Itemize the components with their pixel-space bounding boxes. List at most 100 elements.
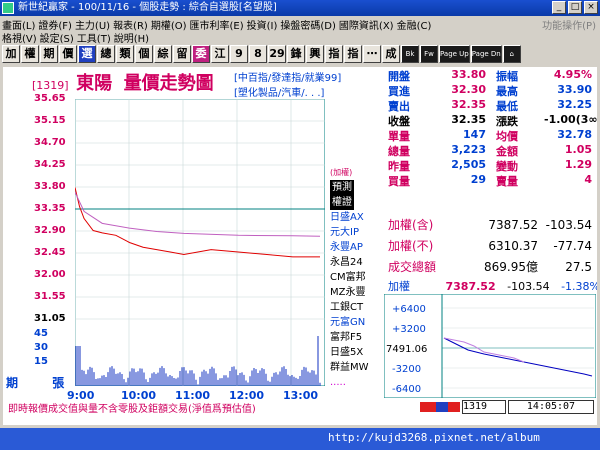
quote-l2: 漲跌 bbox=[496, 115, 518, 128]
stock-name: 東陽 bbox=[76, 73, 113, 94]
side-list-item[interactable]: CM富邦 bbox=[330, 270, 382, 285]
index-v: 6310.37 bbox=[488, 238, 538, 253]
side-list-label: 權證 bbox=[330, 195, 354, 210]
side-list-item[interactable]: ..... bbox=[330, 375, 382, 390]
toolbar-button[interactable]: 指 bbox=[325, 45, 343, 63]
quote-row: 買進 32.30 最高 33.90 bbox=[388, 83, 592, 98]
toolbar-button[interactable]: 成 bbox=[382, 45, 400, 63]
quote-panel: 開盤 33.80 振幅 4.95% 買進 32.30 最高 33.90 賣出 32.35 最低 32.… bbox=[388, 68, 600, 188]
quote-row: 收盤 32.35 漲跌 -1.00(3∞) bbox=[388, 113, 600, 128]
menu-row1-item[interactable]: 匯市利率(E) bbox=[190, 21, 244, 32]
mini-tick-label: 7491.06 bbox=[386, 344, 427, 355]
side-list-label: 日盛5X bbox=[330, 347, 364, 358]
side-list-label: 永昌24 bbox=[330, 257, 363, 268]
toolbar-button[interactable]: ⌂ bbox=[502, 45, 521, 63]
menu-row1-item[interactable]: 國際資訊(X) bbox=[339, 21, 394, 32]
watermark-url: http://kujd3268.pixnet.net/album bbox=[328, 431, 540, 444]
minimize-button[interactable]: _ bbox=[552, 1, 566, 14]
toolbar-button[interactable]: 29 bbox=[268, 45, 286, 63]
side-list-item[interactable]: 元大IP bbox=[330, 225, 382, 240]
close-button[interactable]: × bbox=[584, 1, 598, 14]
toolbar-button[interactable]: 9 bbox=[230, 45, 248, 63]
toolbar-button[interactable]: Bk bbox=[401, 45, 419, 63]
toolbar-button[interactable]: 興 bbox=[306, 45, 324, 63]
index-tags-2[interactable]: [塑化製品/汽車/. . .] bbox=[234, 84, 324, 99]
side-list-item[interactable]: 權證 bbox=[330, 195, 382, 210]
side-list-label: CM富邦 bbox=[330, 272, 366, 283]
menu-row1-item[interactable]: 金融(C) bbox=[397, 21, 432, 32]
side-list-item[interactable]: 預測 bbox=[330, 180, 382, 195]
quote-v2: 1.29 bbox=[564, 158, 592, 171]
index-mini-chart[interactable]: +6400 +3200 7491.06 -3200 -6400 bbox=[384, 294, 596, 398]
menu-row1-item[interactable]: 操盤密碼(D) bbox=[280, 21, 336, 32]
side-list-item[interactable]: 永豐AP bbox=[330, 240, 382, 255]
toolbar-button[interactable]: Page Up bbox=[439, 45, 470, 63]
menu-row1-item[interactable]: 投資(I) bbox=[247, 21, 278, 32]
quote-row: 總量 3,223 金額 1.05 bbox=[388, 143, 592, 158]
side-list-header: (加權) bbox=[330, 168, 353, 177]
toolbar-button[interactable]: 委 bbox=[192, 45, 210, 63]
side-list-item[interactable]: 工銀CT bbox=[330, 300, 382, 315]
toolbar-button[interactable]: 鋒 bbox=[287, 45, 305, 63]
stock-code: [1319] bbox=[32, 79, 69, 92]
index-c: -77.74 bbox=[553, 238, 592, 253]
quote-row: 賣出 32.35 最低 32.25 bbox=[388, 98, 592, 113]
toolbar-button[interactable]: 選 bbox=[78, 45, 96, 63]
mini-chart-header: 加權 7387.52 -103.54 -1.38% bbox=[388, 278, 600, 294]
toolbar-button[interactable]: 加 bbox=[2, 45, 20, 63]
toolbar-button[interactable]: ⋯ bbox=[363, 45, 381, 63]
side-list-label: MZ永豐 bbox=[330, 287, 366, 298]
side-list-item[interactable]: 日盛AX bbox=[330, 210, 382, 225]
quote-l: 單量 bbox=[388, 130, 410, 143]
price-volume-chart[interactable] bbox=[75, 99, 325, 386]
toolbar-button[interactable]: 期 bbox=[40, 45, 58, 63]
window-controls: _ □ × bbox=[552, 1, 598, 14]
toolbar-button[interactable]: 江 bbox=[211, 45, 229, 63]
stock-header: [1319] 東陽 量價走勢圖 bbox=[32, 69, 214, 95]
quote-l2: 賣量 bbox=[496, 175, 518, 188]
side-list-item[interactable]: 元富GN bbox=[330, 315, 382, 330]
function-menu[interactable]: 功能操作(P) bbox=[542, 17, 596, 32]
side-list-item[interactable]: 日盛5X bbox=[330, 345, 382, 360]
toolbar-button[interactable]: 8 bbox=[249, 45, 267, 63]
index-v: 869.95億 bbox=[484, 260, 538, 274]
quote-row: 開盤 33.80 振幅 4.95% bbox=[388, 68, 592, 83]
toolbar-button[interactable]: 指 bbox=[344, 45, 362, 63]
y-tick-label: 32.45 bbox=[34, 247, 66, 258]
quote-row: 買量 29 賣量 4 bbox=[388, 173, 592, 188]
index-l: 加權(含) bbox=[388, 218, 434, 232]
quote-l2: 變動 bbox=[496, 160, 518, 173]
side-list-label: 永豐AP bbox=[330, 242, 363, 253]
maximize-button[interactable]: □ bbox=[568, 1, 582, 14]
toolbar-button[interactable]: 總 bbox=[97, 45, 115, 63]
side-list-item[interactable]: 永昌24 bbox=[330, 255, 382, 270]
index-tags-1[interactable]: [中百指/發達指/就業99] bbox=[234, 69, 341, 84]
volume-tick-label: 15 bbox=[34, 356, 48, 367]
quote-l2: 最高 bbox=[496, 85, 518, 98]
app-icon bbox=[2, 2, 14, 14]
toolbar-button[interactable]: 價 bbox=[59, 45, 77, 63]
menu-row1-item[interactable]: 期權(O) bbox=[151, 21, 187, 32]
y-tick-label: 35.65 bbox=[34, 93, 66, 104]
color-indicator bbox=[420, 402, 460, 412]
y-tick-label: 33.80 bbox=[34, 181, 66, 192]
toolbar-button[interactable]: 留 bbox=[173, 45, 191, 63]
side-list-item[interactable]: 群益MW bbox=[330, 360, 382, 375]
stock-code-input[interactable]: 1319 bbox=[462, 400, 506, 414]
side-list-label: 群益MW bbox=[330, 362, 369, 373]
toolbar-button[interactable]: 個 bbox=[135, 45, 153, 63]
side-list-item[interactable]: MZ永豐 bbox=[330, 285, 382, 300]
volume-unit-label: 張 bbox=[52, 376, 65, 390]
toolbar-button[interactable]: 綜 bbox=[154, 45, 172, 63]
quote-l: 買進 bbox=[388, 85, 410, 98]
side-list-item[interactable]: 富邦F5 bbox=[330, 330, 382, 345]
toolbar-button[interactable]: 權 bbox=[21, 45, 39, 63]
quote-l: 收盤 bbox=[388, 115, 410, 128]
toolbar-button[interactable]: Page Dn bbox=[470, 45, 502, 63]
status-message: 即時報價成交值與量不含零股及鉅額交易(淨值爲預估值) bbox=[8, 404, 256, 415]
toolbar-button[interactable]: Fw bbox=[420, 45, 438, 63]
quote-l2: 金額 bbox=[496, 145, 518, 158]
mini-tick-label: +3200 bbox=[392, 324, 426, 335]
toolbar-button[interactable]: 類 bbox=[116, 45, 134, 63]
mini-label: 加權 bbox=[388, 280, 410, 293]
